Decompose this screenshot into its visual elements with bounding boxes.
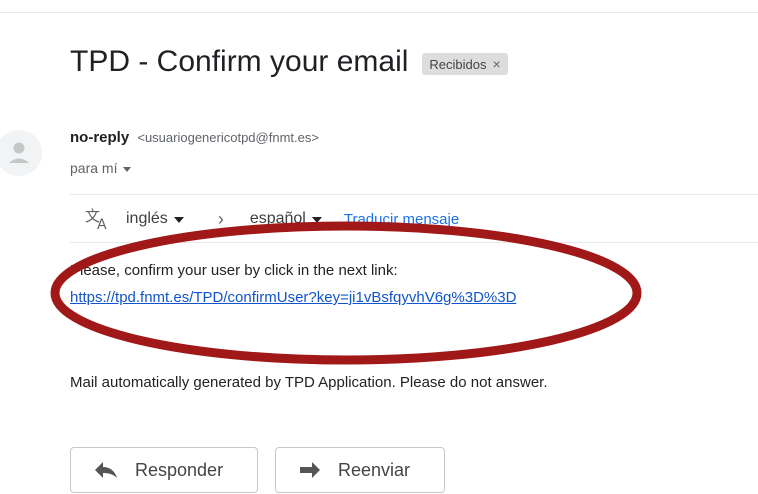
sender-name: no-reply: [70, 129, 130, 146]
recipient-label: para mí: [70, 160, 118, 176]
translate-bar: 文 A inglés › español Traducir mensaje: [84, 205, 459, 233]
sender-avatar: [0, 130, 42, 176]
forward-icon: [298, 460, 322, 480]
inbox-label-chip[interactable]: Recibidos ×: [422, 53, 508, 75]
body-text: Please, confirm your user by click in th…: [70, 262, 398, 279]
sender-line: no-reply <usuariogenericotpd@fnmt.es>: [70, 129, 319, 146]
svg-text:A: A: [97, 217, 107, 231]
forward-button[interactable]: Reenviar: [275, 447, 445, 493]
label-remove-icon[interactable]: ×: [493, 56, 501, 72]
source-language-select[interactable]: inglés: [126, 210, 168, 228]
translate-message-link[interactable]: Traducir mensaje: [344, 211, 459, 228]
forward-label: Reenviar: [338, 459, 411, 480]
reply-label: Responder: [135, 459, 224, 480]
confirm-link[interactable]: https://tpd.fnmt.es/TPD/confirmUser?key=…: [70, 289, 516, 306]
reply-button[interactable]: Responder: [70, 447, 258, 493]
sender-email: <usuariogenericotpd@fnmt.es>: [137, 130, 319, 145]
top-divider: [0, 12, 758, 13]
person-icon: [9, 142, 29, 163]
email-subject-row: TPD - Confirm your email Recibidos ×: [70, 40, 508, 84]
recipient-dropdown[interactable]: para mí: [70, 160, 132, 176]
chevron-down-icon: [123, 166, 132, 172]
target-language[interactable]: español: [250, 210, 306, 228]
chevron-down-icon: [311, 217, 322, 223]
label-chip-text: Recibidos: [429, 56, 487, 72]
chevron-down-icon: [173, 217, 184, 223]
reply-icon: [93, 460, 119, 480]
divider: [70, 242, 758, 243]
translate-icon: 文 A: [85, 207, 107, 231]
divider: [70, 194, 758, 195]
source-language: inglés: [126, 210, 168, 227]
email-subject: TPD - Confirm your email: [70, 45, 409, 78]
footer-note: Mail automatically generated by TPD Appl…: [70, 374, 548, 391]
arrow-right-icon: ›: [217, 208, 224, 229]
